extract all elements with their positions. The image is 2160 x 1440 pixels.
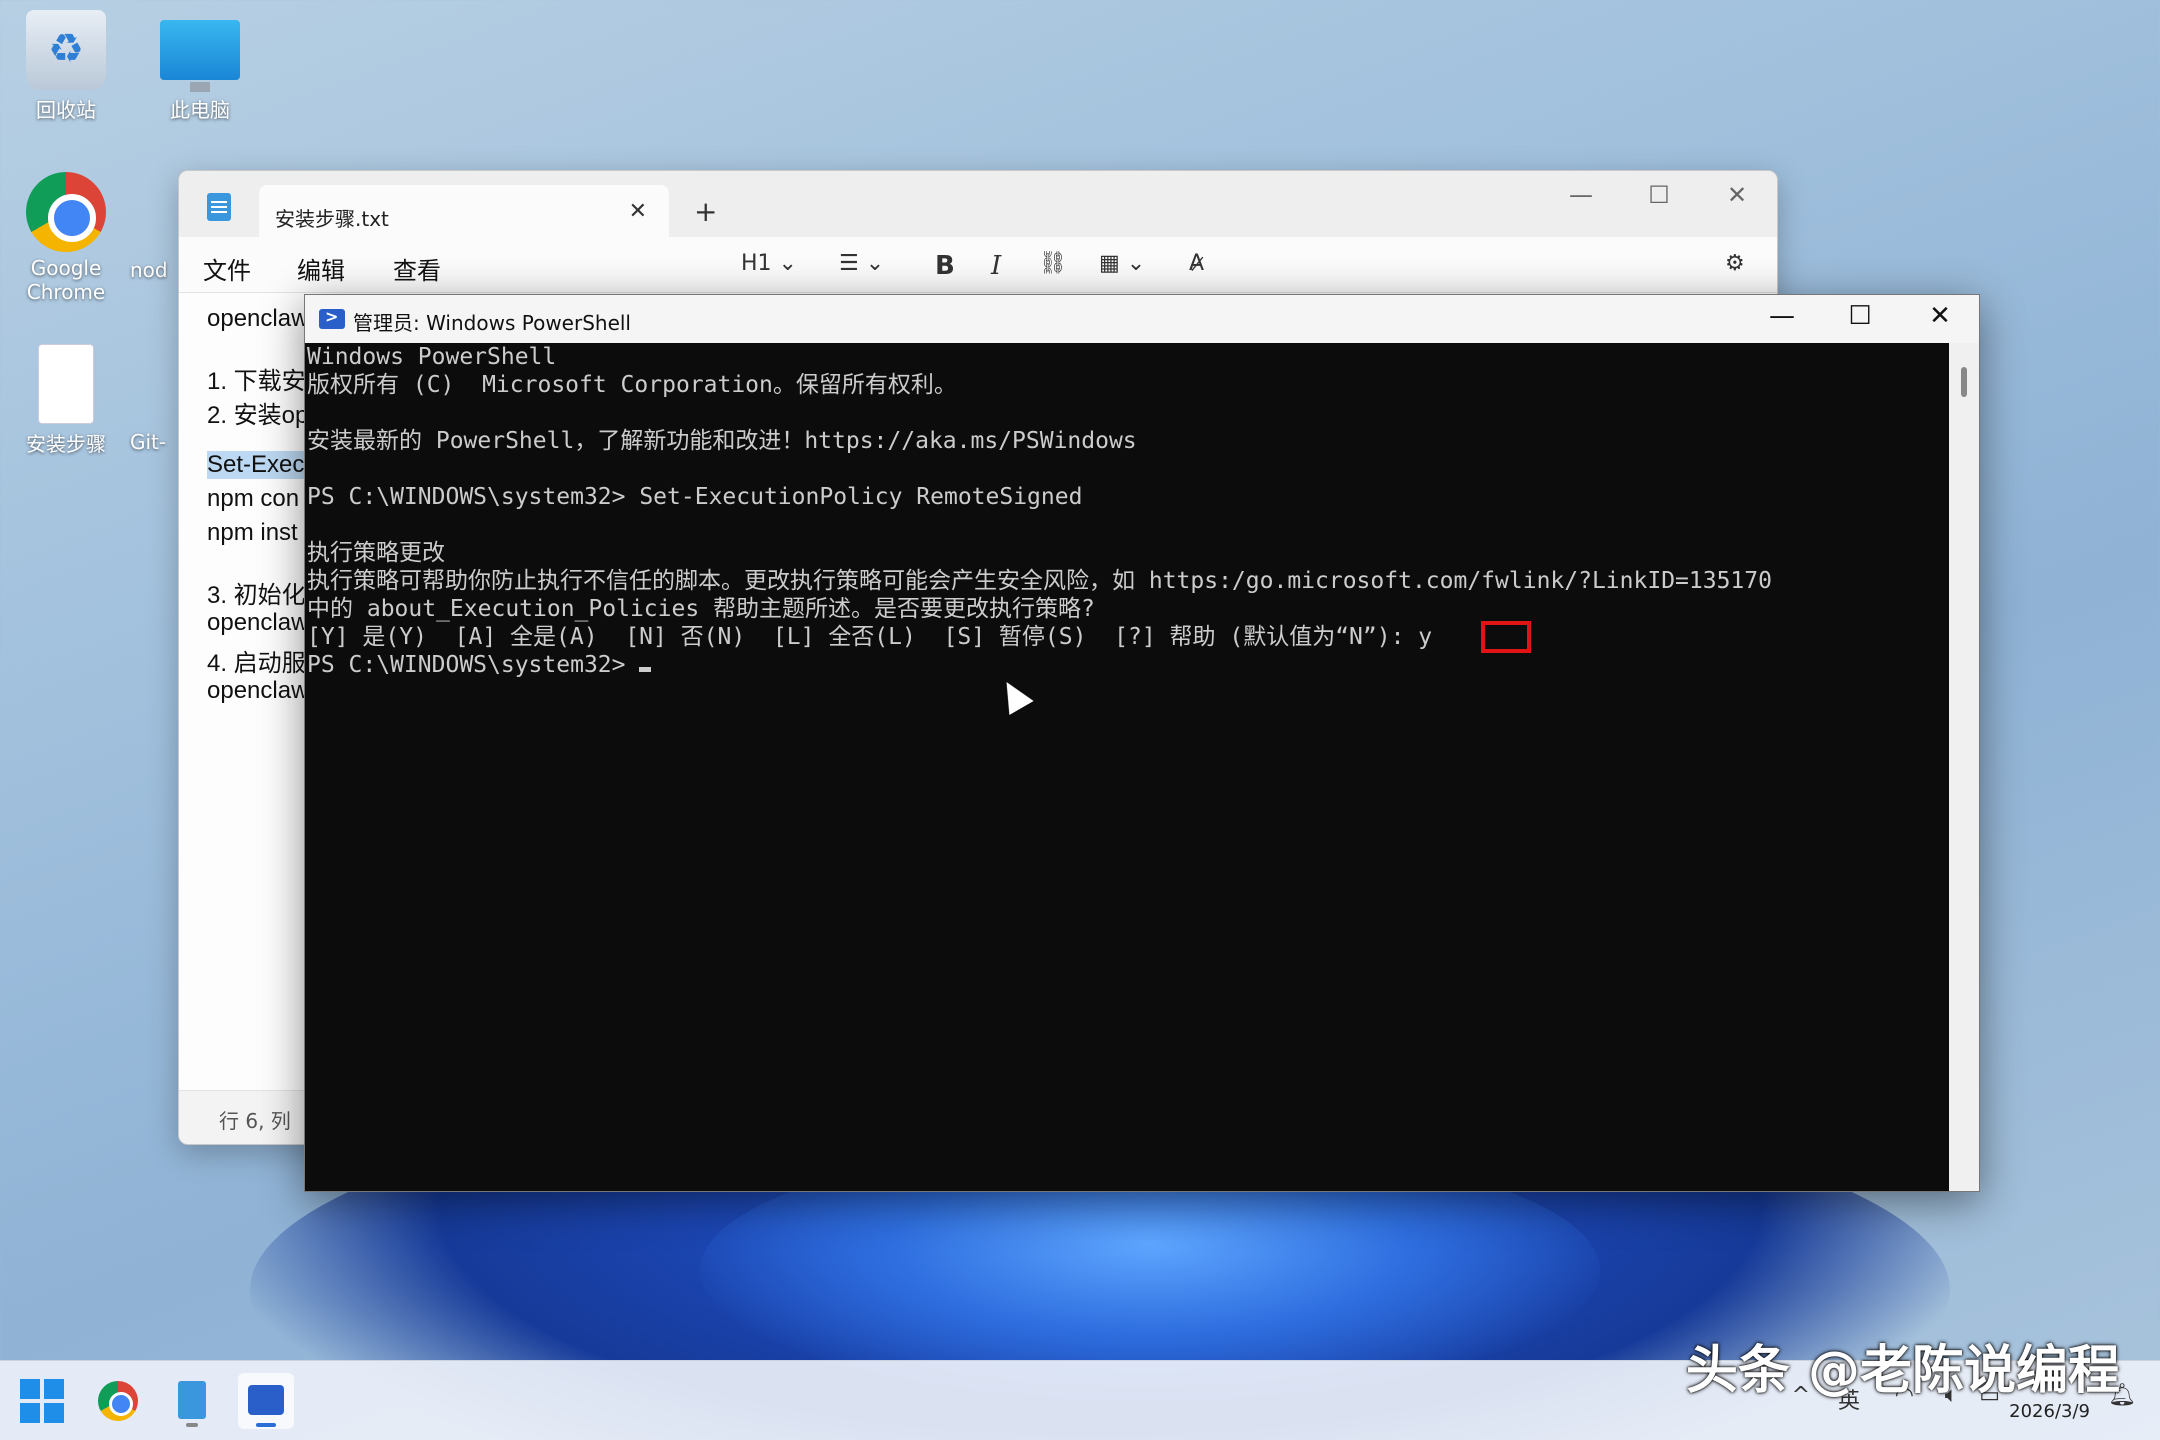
recycle-bin-icon <box>26 10 106 90</box>
console-line: [Y] 是(Y) [A] 全是(A) [N] 否(N) [L] 全否(L) [S… <box>307 624 1433 650</box>
notepad-app-icon <box>207 193 231 221</box>
link-icon[interactable]: ⛓ <box>1039 251 1067 276</box>
minimize-icon[interactable]: — <box>1747 301 1817 331</box>
active-indicator <box>256 1423 276 1427</box>
desktop-icon-this-pc[interactable]: 此电脑 <box>140 10 260 123</box>
console-prompt: PS C:\WINDOWS\system32> <box>307 651 652 679</box>
editor-line: npm con <box>207 485 300 512</box>
taskbar-notepad[interactable] <box>164 1373 220 1429</box>
list-icon[interactable]: ☰ ⌄ <box>839 251 884 276</box>
scrollbar[interactable] <box>1949 343 1979 1191</box>
menu-edit[interactable]: 编辑 <box>297 251 345 286</box>
gear-icon[interactable]: ⚙ <box>1725 251 1745 276</box>
editor-line: 2. 安装op <box>207 402 309 429</box>
notepad-tab[interactable]: 安装步骤.txt ✕ <box>259 185 669 237</box>
text-file-icon <box>38 344 94 424</box>
console-line: 中的 about_Execution_Policies 帮助主题所述。是否要更改… <box>307 596 1095 622</box>
notepad-tab-title: 安装步骤.txt <box>275 207 389 231</box>
running-indicator <box>186 1423 198 1427</box>
heading-label: H1 <box>741 251 772 276</box>
desktop-icon-install-steps[interactable]: 安装步骤 <box>6 344 126 457</box>
taskbar-powershell[interactable] <box>238 1373 294 1429</box>
console-line: Windows PowerShell <box>307 344 557 370</box>
editor-line: 4. 启动服 <box>207 650 306 677</box>
desktop-icon-recycle-bin[interactable]: 回收站 <box>6 10 126 123</box>
desktop-icon-label: Google Chrome <box>26 256 106 304</box>
editor-line: 3. 初始化 <box>207 582 306 609</box>
editor-line: openclaw <box>207 609 309 636</box>
console-line: PS C:\WINDOWS\system32> Set-ExecutionPol… <box>307 484 1083 510</box>
editor-line: npm inst <box>207 519 298 546</box>
maximize-icon[interactable]: ☐ <box>1825 301 1895 331</box>
close-icon[interactable]: ✕ <box>1707 181 1767 209</box>
editor-line: 1. 下载安 <box>207 368 306 395</box>
powershell-window[interactable]: 管理员: Windows PowerShell — ☐ ✕ Windows Po… <box>304 294 1980 1192</box>
chrome-icon <box>26 172 106 252</box>
powershell-titlebar[interactable]: 管理员: Windows PowerShell — ☐ ✕ <box>305 295 1979 343</box>
console-line: 版权所有 (C) Microsoft Corporation。保留所有权利。 <box>307 372 957 398</box>
notepad-menubar: 文件 编辑 查看 H1 ⌄ ☰ ⌄ B I ⛓ ▦ ⌄ A̷ ⚙ <box>179 237 1777 293</box>
editor-line-selected: Set-Exec <box>207 451 305 479</box>
desktop-icon-chrome[interactable]: Google Chrome <box>6 172 126 304</box>
new-tab-button[interactable]: + <box>694 195 717 228</box>
editor-line: openclaw <box>207 305 309 332</box>
close-tab-icon[interactable]: ✕ <box>629 199 647 224</box>
start-button[interactable] <box>14 1373 70 1429</box>
close-icon[interactable]: ✕ <box>1905 301 1975 331</box>
text-cursor <box>639 667 652 672</box>
menu-view[interactable]: 查看 <box>393 251 441 286</box>
taskbar-chrome[interactable] <box>90 1373 146 1429</box>
console-output[interactable]: Windows PowerShell 版权所有 (C) Microsoft Co… <box>305 343 1949 1191</box>
minimize-icon[interactable]: — <box>1551 181 1611 209</box>
computer-icon <box>160 20 240 92</box>
console-line: 执行策略可帮助你防止执行不信任的脚本。更改执行策略可能会产生安全风险，如 htt… <box>307 568 1772 594</box>
desktop-icon-label: 回收站 <box>36 98 96 122</box>
console-line: 执行策略更改 <box>307 540 445 566</box>
scrollbar-thumb[interactable] <box>1961 367 1967 397</box>
window-title: 管理员: Windows PowerShell <box>353 311 631 335</box>
desktop-icon-label: 此电脑 <box>170 98 230 122</box>
cursor-position: 行 6, 列 <box>219 1109 291 1133</box>
notepad-titlebar[interactable]: 安装步骤.txt ✕ + — ☐ ✕ <box>179 171 1777 237</box>
spellcheck-icon[interactable]: A̷ <box>1189 251 1204 276</box>
bold-button[interactable]: B <box>935 251 955 281</box>
menu-file[interactable]: 文件 <box>203 251 251 286</box>
highlight-box <box>1481 621 1531 653</box>
desktop-icon-label: 安装步骤 <box>26 432 106 456</box>
console-line: 安装最新的 PowerShell，了解新功能和改进！https://aka.ms… <box>307 428 1137 454</box>
heading-dropdown[interactable]: H1 ⌄ <box>741 251 797 276</box>
table-icon[interactable]: ▦ ⌄ <box>1099 251 1145 276</box>
prompt-text: PS C:\WINDOWS\system32> <box>307 652 640 678</box>
editor-line: openclaw <box>207 677 309 704</box>
taskbar-date[interactable]: 2026/3/9 <box>2009 1401 2090 1422</box>
maximize-icon[interactable]: ☐ <box>1629 181 1689 209</box>
watermark-text: 头条 @老陈说编程 <box>1685 1341 2120 1401</box>
italic-button[interactable]: I <box>991 251 1001 281</box>
powershell-icon <box>319 307 345 329</box>
